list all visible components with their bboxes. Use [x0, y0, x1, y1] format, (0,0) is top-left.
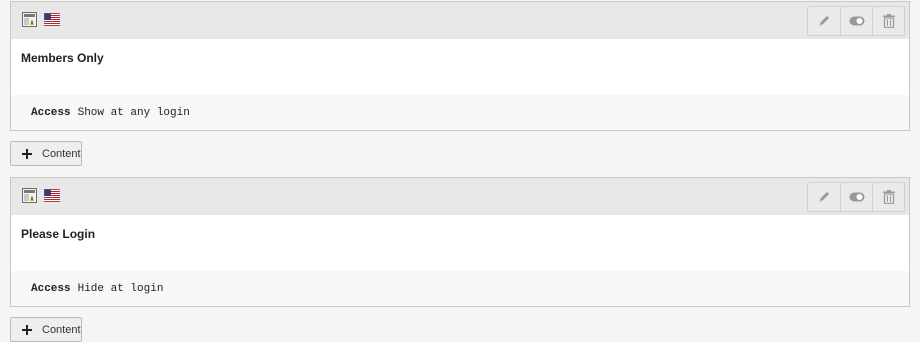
- toggle-visibility-icon: [849, 16, 864, 26]
- element-title: Members Only: [21, 51, 104, 65]
- record-actions: [807, 6, 905, 36]
- content-element-panel: Please Login Access Hide at login: [10, 177, 910, 307]
- edit-button[interactable]: [808, 7, 840, 35]
- us-flag-icon: [44, 189, 60, 202]
- record-actions: [807, 182, 905, 212]
- access-info: Access Show at any login: [11, 95, 909, 130]
- add-content-label: Content: [42, 323, 81, 336]
- content-element-type-icon[interactable]: [22, 12, 37, 27]
- content-element-type-icon[interactable]: [22, 188, 37, 203]
- edit-button[interactable]: [808, 183, 840, 211]
- delete-button[interactable]: [872, 183, 904, 211]
- add-content-button[interactable]: Content: [10, 317, 82, 342]
- access-label: Access: [31, 282, 71, 295]
- access-label: Access: [31, 106, 71, 119]
- access-info: Access Hide at login: [11, 271, 909, 306]
- edit-icon: [819, 192, 829, 202]
- us-flag-icon: [44, 13, 60, 26]
- add-content-label: Content: [42, 147, 81, 160]
- panel-header: [11, 178, 909, 215]
- plus-icon: [22, 324, 32, 335]
- toggle-visibility-button[interactable]: [840, 7, 872, 35]
- content-element-panel: Members Only Access Show at any login: [10, 1, 910, 131]
- panel-header: [11, 2, 909, 39]
- access-value: Show at any login: [77, 106, 190, 119]
- access-value: Hide at login: [77, 282, 164, 295]
- element-title: Please Login: [21, 227, 96, 241]
- delete-button[interactable]: [872, 7, 904, 35]
- toggle-visibility-icon: [849, 192, 864, 202]
- delete-icon: [882, 14, 895, 28]
- add-content-button[interactable]: Content: [10, 141, 82, 166]
- plus-icon: [22, 148, 32, 159]
- edit-icon: [819, 16, 829, 26]
- toggle-visibility-button[interactable]: [840, 183, 872, 211]
- delete-icon: [882, 190, 895, 204]
